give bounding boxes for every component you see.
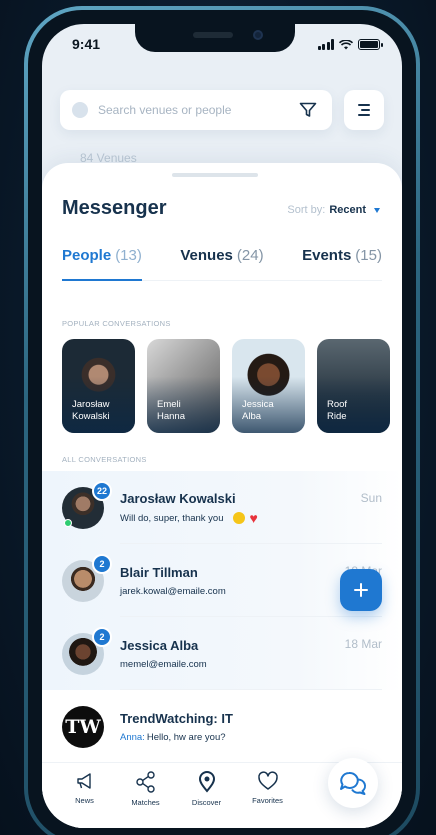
search-input[interactable]	[98, 103, 296, 117]
message-sender: Anna:	[120, 731, 145, 743]
card-name: Jessica Alba	[242, 399, 274, 422]
heart-emoji-icon: ♥	[249, 510, 258, 526]
tabbar-label: Discover	[191, 798, 222, 807]
sort-label: Sort by:	[287, 204, 326, 216]
tabbar-label: Matches	[131, 798, 160, 807]
sheet-handle[interactable]	[172, 173, 258, 177]
card-name: Emeli Hanna	[157, 399, 185, 422]
popular-card[interactable]: Jarosław Kowalski	[62, 339, 135, 433]
notch	[135, 24, 295, 52]
tabbar-item-discover[interactable]: Discover	[176, 771, 237, 828]
online-indicator	[64, 518, 72, 527]
tab-label: People	[62, 247, 112, 264]
popular-card[interactable]: Roof Ride	[317, 339, 390, 433]
phone-frame: 9:41 84 Venues Messenger	[24, 6, 420, 835]
conversation-item[interactable]: TW TrendWatching: IT Anna: Hello, hw are…	[42, 690, 402, 763]
all-section-label: ALL CONVERSATIONS	[62, 455, 147, 464]
status-icons	[317, 39, 383, 50]
signal-icon	[317, 39, 334, 50]
app-screen: 9:41 84 Venues Messenger	[42, 24, 402, 828]
megaphone-icon	[76, 773, 91, 789]
wifi-icon	[339, 39, 353, 49]
new-conversation-button[interactable]	[340, 569, 382, 611]
caret-down-icon	[374, 207, 380, 213]
camera	[253, 30, 263, 40]
conversation-message: Will do, super, thank you	[120, 512, 224, 524]
avatar: 22	[62, 480, 112, 529]
messenger-sheet: Messenger Sort by: Recent People (13) Ve…	[42, 163, 402, 828]
search-icon	[72, 102, 88, 118]
conversation-message: Hello, hw are you?	[146, 731, 226, 743]
chat-bubbles-icon	[340, 771, 367, 795]
share-nodes-icon	[135, 771, 155, 793]
tab-label: Events	[302, 247, 352, 264]
avatar: TW	[62, 705, 104, 748]
battery-icon	[358, 39, 383, 50]
tab-events[interactable]: Events (15)	[302, 247, 382, 280]
conversation-item[interactable]: 2 Jessica Alba memel@emaile.com 18 Mar	[42, 617, 402, 690]
filter-icon[interactable]	[296, 98, 320, 122]
heart-icon	[257, 771, 278, 790]
status-time: 9:41	[72, 36, 101, 52]
tab-bar: People (13) Venues (24) Events (15)	[62, 247, 382, 281]
conversation-item[interactable]: 22 Jarosław Kowalski Will do, super, tha…	[42, 471, 402, 544]
tab-count: (24)	[236, 247, 264, 264]
plus-icon	[354, 583, 368, 597]
tabbar-label: Favorites	[252, 796, 283, 805]
tab-venues[interactable]: Venues (24)	[180, 247, 263, 280]
tabbar-item-matches[interactable]: Matches	[115, 771, 176, 828]
avatar: 2	[62, 553, 112, 602]
conversation-list: 22 Jarosław Kowalski Will do, super, tha…	[42, 471, 402, 763]
popular-card[interactable]: Emeli Hanna	[147, 339, 220, 433]
smile-emoji-icon	[232, 512, 245, 524]
popular-card[interactable]: Jessica Alba	[232, 339, 305, 433]
popular-section-label: POPULAR CONVERSATIONS	[62, 319, 171, 328]
card-name: Jarosław Kowalski	[72, 399, 110, 422]
search-row	[60, 90, 384, 130]
tabbar-item-news[interactable]: News	[54, 771, 115, 828]
tab-count: (15)	[355, 247, 382, 264]
messenger-button[interactable]	[328, 758, 378, 808]
menu-icon	[358, 104, 370, 116]
tabbar-label: News	[75, 796, 94, 805]
conversation-date: 18 Mar	[344, 637, 382, 651]
map-pin-icon	[198, 771, 215, 793]
unread-badge: 2	[92, 626, 112, 647]
search-box[interactable]	[60, 90, 332, 130]
sort-value[interactable]: Recent	[329, 204, 366, 216]
popular-conversations: Jarosław Kowalski Emeli Hanna Jessica Al…	[62, 339, 390, 433]
avatar: 2	[62, 626, 112, 675]
tabbar-item-favorites[interactable]: Favorites	[237, 771, 298, 828]
unread-badge: 22	[92, 480, 112, 501]
phone-bezel: 9:41 84 Venues Messenger	[28, 10, 416, 835]
sort-control[interactable]: Sort by: Recent	[287, 204, 380, 216]
speaker	[193, 32, 233, 38]
tab-label: Venues	[180, 247, 233, 264]
conversation-message: memel@emaile.com	[120, 658, 207, 670]
tab-people[interactable]: People (13)	[62, 247, 142, 281]
menu-button[interactable]	[344, 90, 384, 130]
card-name: Roof Ride	[327, 399, 348, 422]
conversation-message: jarek.kowal@emaile.com	[120, 585, 226, 597]
conversation-date: Sun	[360, 491, 382, 505]
unread-badge: 2	[92, 553, 112, 574]
tab-count: (13)	[115, 247, 142, 264]
conversation-name: TrendWatching: IT	[120, 710, 233, 726]
page-title: Messenger	[62, 197, 167, 219]
